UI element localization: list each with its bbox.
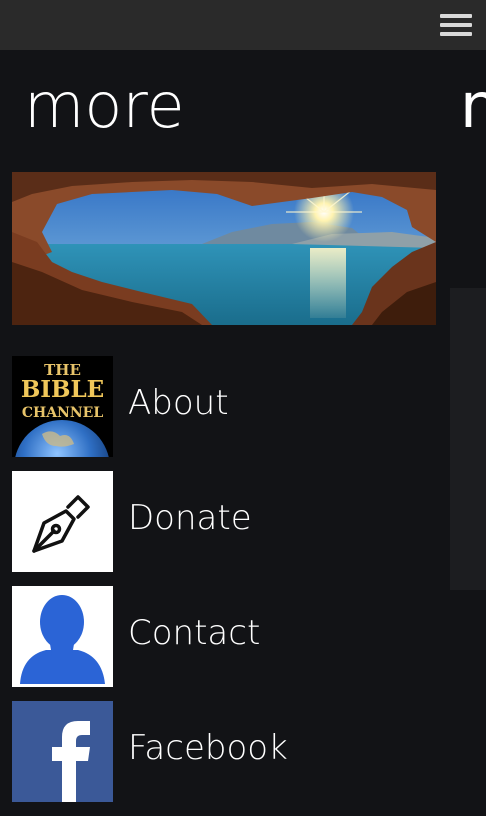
bible-channel-logo: THE BIBLE CHANNEL: [12, 356, 113, 457]
app-bar: [0, 0, 486, 50]
list-item-donate[interactable]: Donate: [12, 471, 442, 572]
facebook-icon: [12, 701, 113, 802]
next-pivot-panel-edge: [450, 288, 486, 590]
hamburger-menu-icon: [440, 14, 472, 36]
list-item-about[interactable]: THE BIBLE CHANNEL About: [12, 356, 442, 457]
more-menu-list: THE BIBLE CHANNEL About Donate Contact F…: [12, 356, 442, 816]
donate-label: Donate: [128, 498, 252, 538]
about-label: About: [128, 383, 229, 423]
facebook-label: Facebook: [128, 728, 288, 768]
globe-icon: [15, 420, 109, 457]
list-item-facebook[interactable]: Facebook: [12, 701, 442, 802]
menu-button[interactable]: [440, 14, 472, 36]
sea-cave-sunset-photo: [12, 172, 436, 325]
contact-label: Contact: [128, 613, 261, 653]
pivot-title[interactable]: more: [24, 64, 185, 148]
person-silhouette-icon: [12, 586, 113, 687]
banner-image: [12, 172, 436, 325]
pivot-next-header[interactable]: n: [460, 64, 486, 148]
list-item-contact[interactable]: Contact: [12, 586, 442, 687]
fountain-pen-icon: [12, 471, 113, 572]
